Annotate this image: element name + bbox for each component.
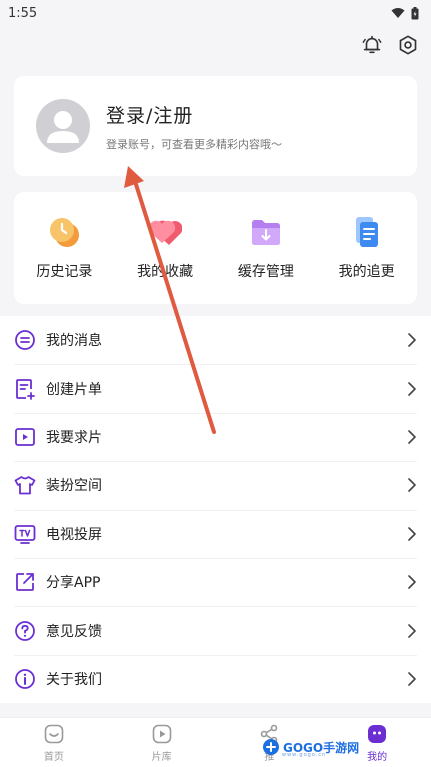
chevron-right-icon <box>408 430 416 444</box>
chevron-right-icon <box>408 381 416 396</box>
menu-item-about[interactable]: 关于我们 <box>0 654 431 703</box>
quick-actions-card: 历史记录 我的收藏 缓存管理 我的追更 <box>14 192 417 304</box>
bottom-tab-bar: 首页 片库 推 我的 <box>0 717 431 767</box>
library-icon <box>152 724 171 743</box>
settings-gear-icon[interactable] <box>397 34 419 56</box>
chevron-right-icon <box>408 526 416 541</box>
share-icon <box>16 573 34 592</box>
menu-item-create-list[interactable]: 创建片单 <box>0 364 431 412</box>
menu-item-messages[interactable]: 我的消息 <box>0 316 431 364</box>
follow-updates-icon <box>355 217 378 247</box>
tab-home[interactable]: 首页 <box>24 723 84 763</box>
quick-label: 我的收藏 <box>137 264 194 280</box>
menu-item-request-video[interactable]: 我要求片 <box>0 412 431 461</box>
heart-favorites-icon <box>148 220 183 245</box>
feedback-question-icon <box>15 620 35 641</box>
status-time: 1:55 <box>8 5 38 21</box>
menu-list: 我的消息 创建片单 我要求片 装扮空间 电视投屏 分享APP 意见反馈 关于我们 <box>0 316 431 704</box>
tab-label: 推 <box>264 751 275 763</box>
top-actions <box>361 34 419 56</box>
notification-bell-icon[interactable] <box>361 34 383 56</box>
menu-label: 分享APP <box>46 575 101 592</box>
status-bar: 1:55 <box>0 0 431 26</box>
avatar[interactable] <box>36 99 90 153</box>
login-card[interactable]: 登录/注册 登录账号，可查看更多精彩内容哦～ <box>14 76 417 176</box>
tab-label: 首页 <box>43 751 64 763</box>
tab-profile[interactable]: 我的 <box>347 723 407 763</box>
menu-label: 电视投屏 <box>46 526 102 543</box>
chevron-right-icon <box>408 575 416 589</box>
home-icon <box>44 724 64 743</box>
chevron-right-icon <box>408 333 416 347</box>
menu-item-dress-up[interactable]: 装扮空间 <box>0 461 431 509</box>
quick-item-favorites[interactable]: 我的收藏 <box>120 215 210 281</box>
chevron-right-icon <box>408 672 416 686</box>
menu-label: 我要求片 <box>46 429 102 446</box>
shirt-icon <box>14 476 36 495</box>
tab-library[interactable]: 片库 <box>132 723 192 763</box>
quick-label: 历史记录 <box>36 264 93 280</box>
quick-label: 缓存管理 <box>237 264 294 280</box>
wifi-icon <box>391 8 405 18</box>
menu-label: 关于我们 <box>46 671 102 688</box>
login-text: 登录/注册 登录账号，可查看更多精彩内容哦～ <box>106 101 282 152</box>
login-title[interactable]: 登录/注册 <box>106 101 282 128</box>
status-icons <box>391 6 419 20</box>
menu-item-tv-cast[interactable]: 电视投屏 <box>0 509 431 558</box>
create-list-icon <box>16 378 35 400</box>
info-icon <box>15 669 35 689</box>
quick-item-history[interactable]: 历史记录 <box>19 215 109 281</box>
quick-item-follow[interactable]: 我的追更 <box>322 215 412 281</box>
chevron-right-icon <box>408 478 416 493</box>
menu-label: 我的消息 <box>46 333 102 350</box>
default-avatar-icon <box>47 111 79 143</box>
request-video-icon <box>15 428 35 446</box>
tv-cast-icon <box>14 524 36 544</box>
quick-item-cache[interactable]: 缓存管理 <box>221 215 311 281</box>
discover-icon <box>261 724 278 743</box>
battery-icon <box>411 6 419 19</box>
tab-discover[interactable]: 推 <box>239 723 299 763</box>
menu-item-share[interactable]: 分享APP <box>0 557 431 606</box>
chevron-right-icon <box>408 623 416 638</box>
tab-label: 我的 <box>367 751 388 763</box>
message-icon <box>15 330 35 351</box>
menu-label: 创建片单 <box>46 381 102 398</box>
history-clock-icon <box>50 218 80 247</box>
download-folder-icon <box>251 220 280 245</box>
menu-label: 装扮空间 <box>46 478 102 495</box>
menu-label: 意见反馈 <box>46 623 102 640</box>
menu-item-feedback[interactable]: 意见反馈 <box>0 606 431 654</box>
profile-icon <box>368 724 387 743</box>
tab-label: 片库 <box>151 751 172 763</box>
quick-label: 我的追更 <box>338 264 395 280</box>
login-subtitle: 登录账号，可查看更多精彩内容哦～ <box>106 137 282 151</box>
